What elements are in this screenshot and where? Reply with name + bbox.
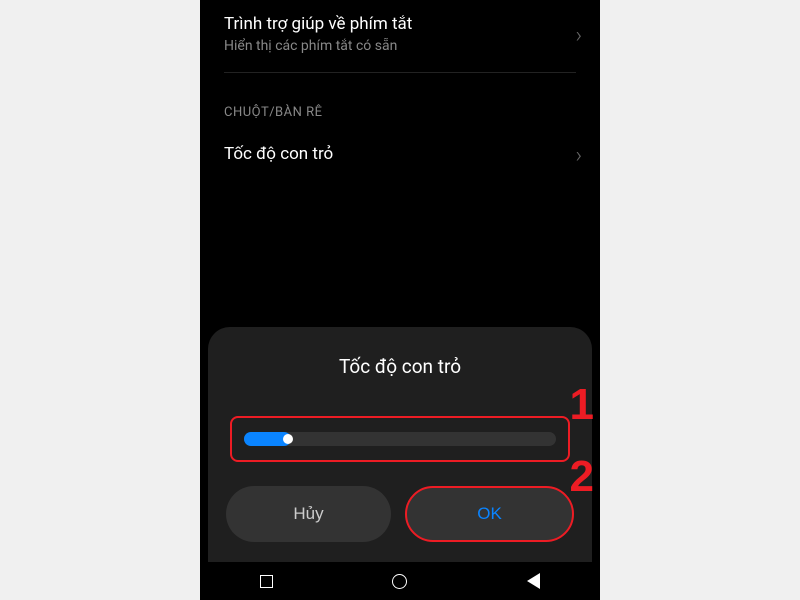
circle-icon xyxy=(392,574,407,589)
list-item-pointer-speed[interactable]: Tốc độ con trỏ › xyxy=(200,130,600,182)
list-item-title: Trình trợ giúp về phím tắt xyxy=(224,14,580,34)
triangle-icon xyxy=(527,573,540,589)
back-button[interactable] xyxy=(525,573,541,589)
pointer-speed-dialog: Tốc độ con trỏ Hủy OK xyxy=(208,327,592,562)
ok-button[interactable]: OK xyxy=(405,486,574,542)
dialog-buttons: Hủy OK xyxy=(226,486,574,542)
settings-list: Trình trợ giúp về phím tắt Hiển thị các … xyxy=(200,0,600,182)
recents-button[interactable] xyxy=(259,573,275,589)
section-header-mouse: CHUỘT/BÀN RÊ xyxy=(200,73,600,130)
list-item-title: Tốc độ con trỏ xyxy=(224,144,580,164)
pointer-speed-slider[interactable] xyxy=(244,432,556,446)
annotation-label-2: 2 xyxy=(570,452,594,502)
phone-screen: Trình trợ giúp về phím tắt Hiển thị các … xyxy=(200,0,600,600)
slider-thumb[interactable] xyxy=(283,434,293,444)
nav-bar xyxy=(200,562,600,600)
chevron-right-icon: › xyxy=(575,144,582,169)
home-button[interactable] xyxy=(392,573,408,589)
dialog-title: Tốc độ con trỏ xyxy=(226,355,574,378)
list-item-shortcut-helper[interactable]: Trình trợ giúp về phím tắt Hiển thị các … xyxy=(200,0,600,72)
annotation-box-1 xyxy=(230,416,570,462)
cancel-button[interactable]: Hủy xyxy=(226,486,391,542)
annotation-label-1: 1 xyxy=(570,380,594,430)
square-icon xyxy=(260,575,273,588)
list-item-subtitle: Hiển thị các phím tắt có sẵn xyxy=(224,38,580,54)
chevron-right-icon: › xyxy=(575,24,582,49)
